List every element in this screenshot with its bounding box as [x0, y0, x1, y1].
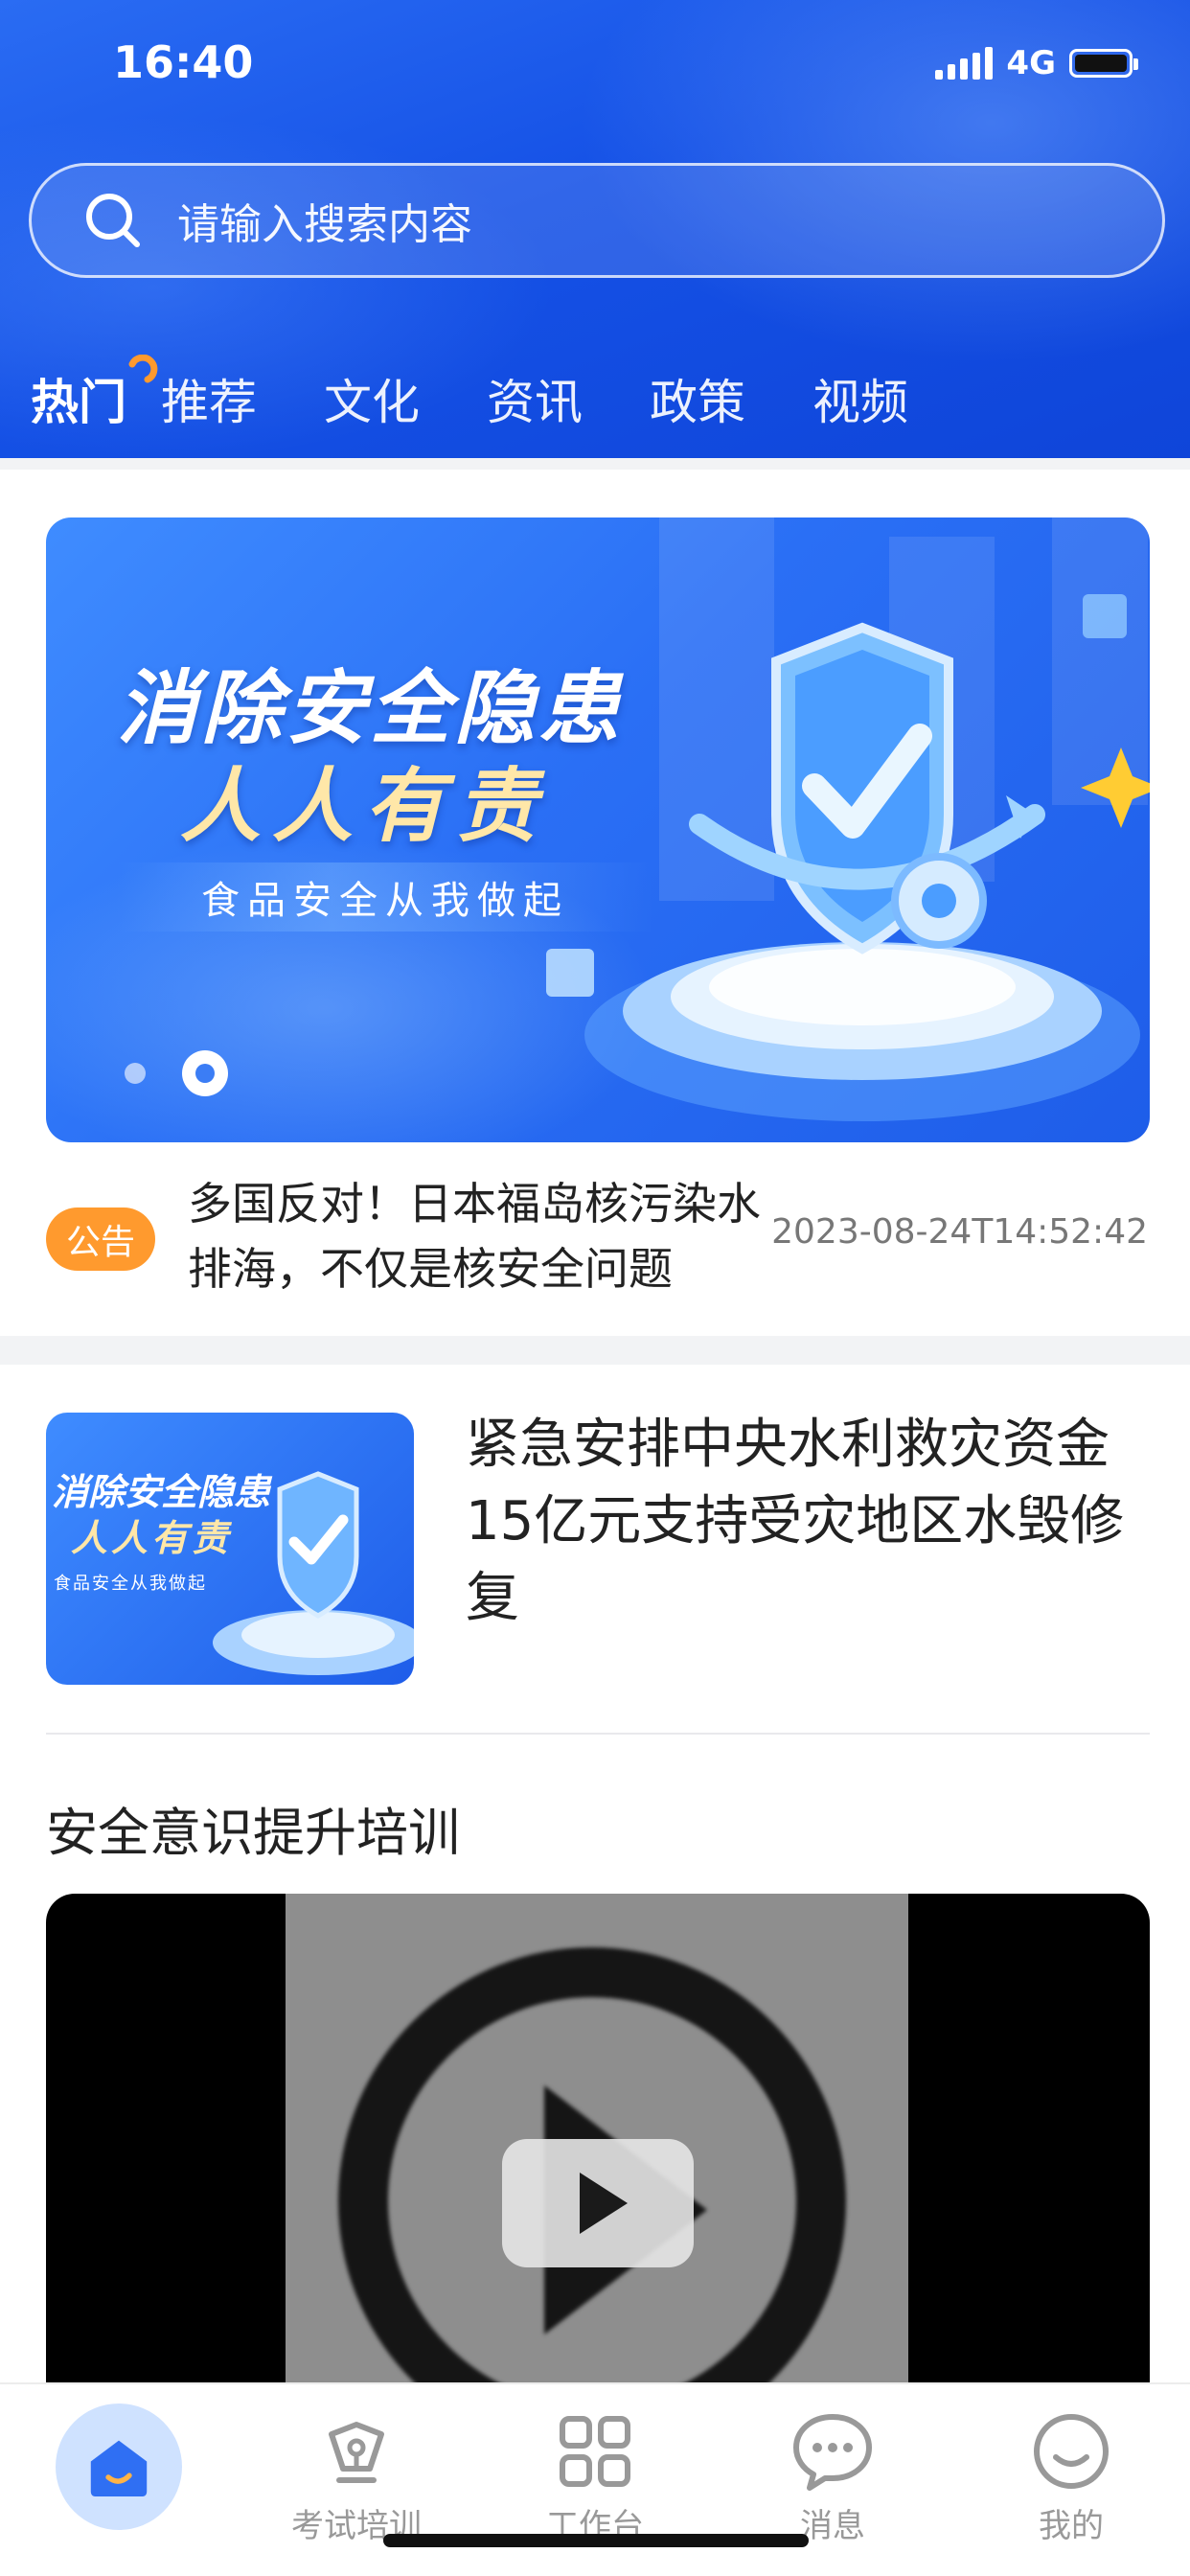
tabbar-message[interactable]: 消息 — [714, 2384, 951, 2547]
tab-recommend[interactable]: 推荐 — [161, 364, 257, 433]
active-tab-indicator-icon — [128, 355, 158, 383]
battery-icon — [1069, 49, 1138, 78]
category-tabs: 热门 推荐 文化 资讯 政策 视频 — [31, 355, 975, 433]
shield-check-icon — [213, 1471, 414, 1675]
carousel-dot[interactable] — [125, 1063, 146, 1084]
search-bar[interactable]: 请输入搜索内容 — [29, 163, 1165, 278]
play-icon — [580, 2173, 628, 2234]
tab-label: 文化 — [324, 375, 420, 430]
workbench-icon — [560, 2416, 630, 2487]
shield-check-icon — [546, 594, 1150, 1121]
home-icon — [90, 2440, 148, 2497]
announcement-title[interactable]: 多国反对！日本福岛核污染水排海，不仅是核安全问题 — [188, 1171, 763, 1301]
tabbar-exam[interactable]: 考试培训 — [238, 2384, 475, 2547]
announcement-time: 2023-08-24T14:52:42 — [771, 1212, 1148, 1252]
tab-culture[interactable]: 文化 — [324, 364, 420, 433]
tab-hot[interactable]: 热门 — [31, 355, 158, 433]
announcement-badge: 公告 — [46, 1208, 155, 1271]
tab-video[interactable]: 视频 — [812, 364, 908, 433]
banner-title-line2: 人人有责 — [180, 759, 549, 853]
tabbar-home[interactable] — [0, 2384, 238, 2547]
separator — [0, 1336, 1190, 1365]
message-icon — [793, 2414, 872, 2491]
search-placeholder: 请输入搜索内容 — [177, 200, 472, 249]
news-title[interactable]: 紧急安排中央水利救灾资金15亿元支持受灾地区水毁修复 — [466, 1407, 1146, 1637]
signal-icon — [935, 47, 994, 80]
home-button[interactable] — [56, 2404, 182, 2530]
tab-label: 资讯 — [487, 375, 583, 430]
tabbar-profile[interactable]: 我的 — [952, 2384, 1190, 2547]
play-button[interactable] — [502, 2139, 694, 2267]
divider — [46, 1733, 1150, 1735]
video-player[interactable] — [46, 1894, 1150, 2430]
profile-icon — [1034, 2414, 1109, 2489]
tab-label: 政策 — [650, 375, 745, 430]
section-title: 安全意识提升培训 — [46, 1803, 460, 1863]
separator — [0, 458, 1190, 470]
tabbar-label: 消息 — [800, 2507, 865, 2545]
carousel-dot-active[interactable] — [182, 1050, 228, 1096]
tabbar-label: 我的 — [1039, 2507, 1104, 2545]
tab-label: 热门 — [31, 375, 126, 430]
header: 16:40 4G 请输入搜索内容 热门 推荐 文化 资讯 政策 视频 — [0, 0, 1190, 458]
status-indicators: 4G — [935, 44, 1138, 82]
home-indicator — [383, 2534, 809, 2547]
banner-carousel[interactable]: 消除安全隐患 人人有责 食品安全从我做起 — [46, 518, 1150, 1142]
search-icon — [86, 194, 140, 247]
banner-subtitle: 食品安全从我做起 — [201, 879, 569, 923]
tabbar-workbench[interactable]: 工作台 — [476, 2384, 714, 2547]
tab-label: 视频 — [812, 375, 908, 430]
tab-news[interactable]: 资讯 — [487, 364, 583, 433]
thumb-subtitle: 食品安全从我做起 — [54, 1574, 207, 1594]
network-label: 4G — [1006, 44, 1056, 82]
tab-policy[interactable]: 政策 — [650, 364, 745, 433]
status-time: 16:40 — [113, 36, 254, 88]
carousel-indicators — [125, 1050, 228, 1096]
tab-label: 推荐 — [161, 375, 257, 430]
news-thumbnail[interactable]: 消除安全隐患 人人有责 食品安全从我做起 — [46, 1413, 414, 1685]
exam-icon — [329, 2422, 384, 2483]
app-screen: 16:40 4G 请输入搜索内容 热门 推荐 文化 资讯 政策 视频 消除安全隐… — [0, 0, 1190, 2576]
